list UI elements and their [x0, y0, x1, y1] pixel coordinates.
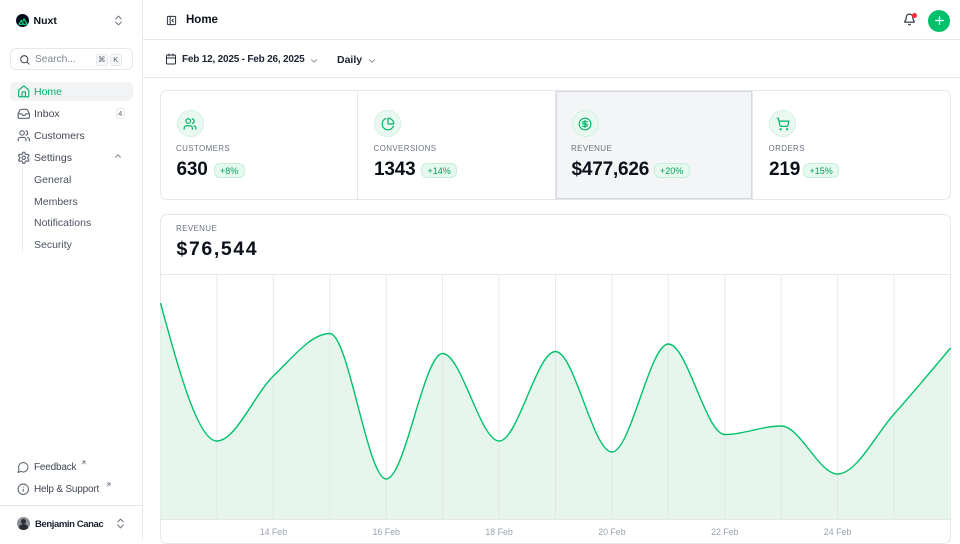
- svg-text:24 Feb: 24 Feb: [823, 527, 850, 537]
- svg-text:22 Feb: 22 Feb: [711, 527, 738, 537]
- svg-text:16 Feb: 16 Feb: [372, 527, 399, 537]
- svg-text:20 Feb: 20 Feb: [598, 527, 625, 537]
- svg-text:18 Feb: 18 Feb: [485, 527, 512, 537]
- svg-text:14 Feb: 14 Feb: [259, 527, 286, 537]
